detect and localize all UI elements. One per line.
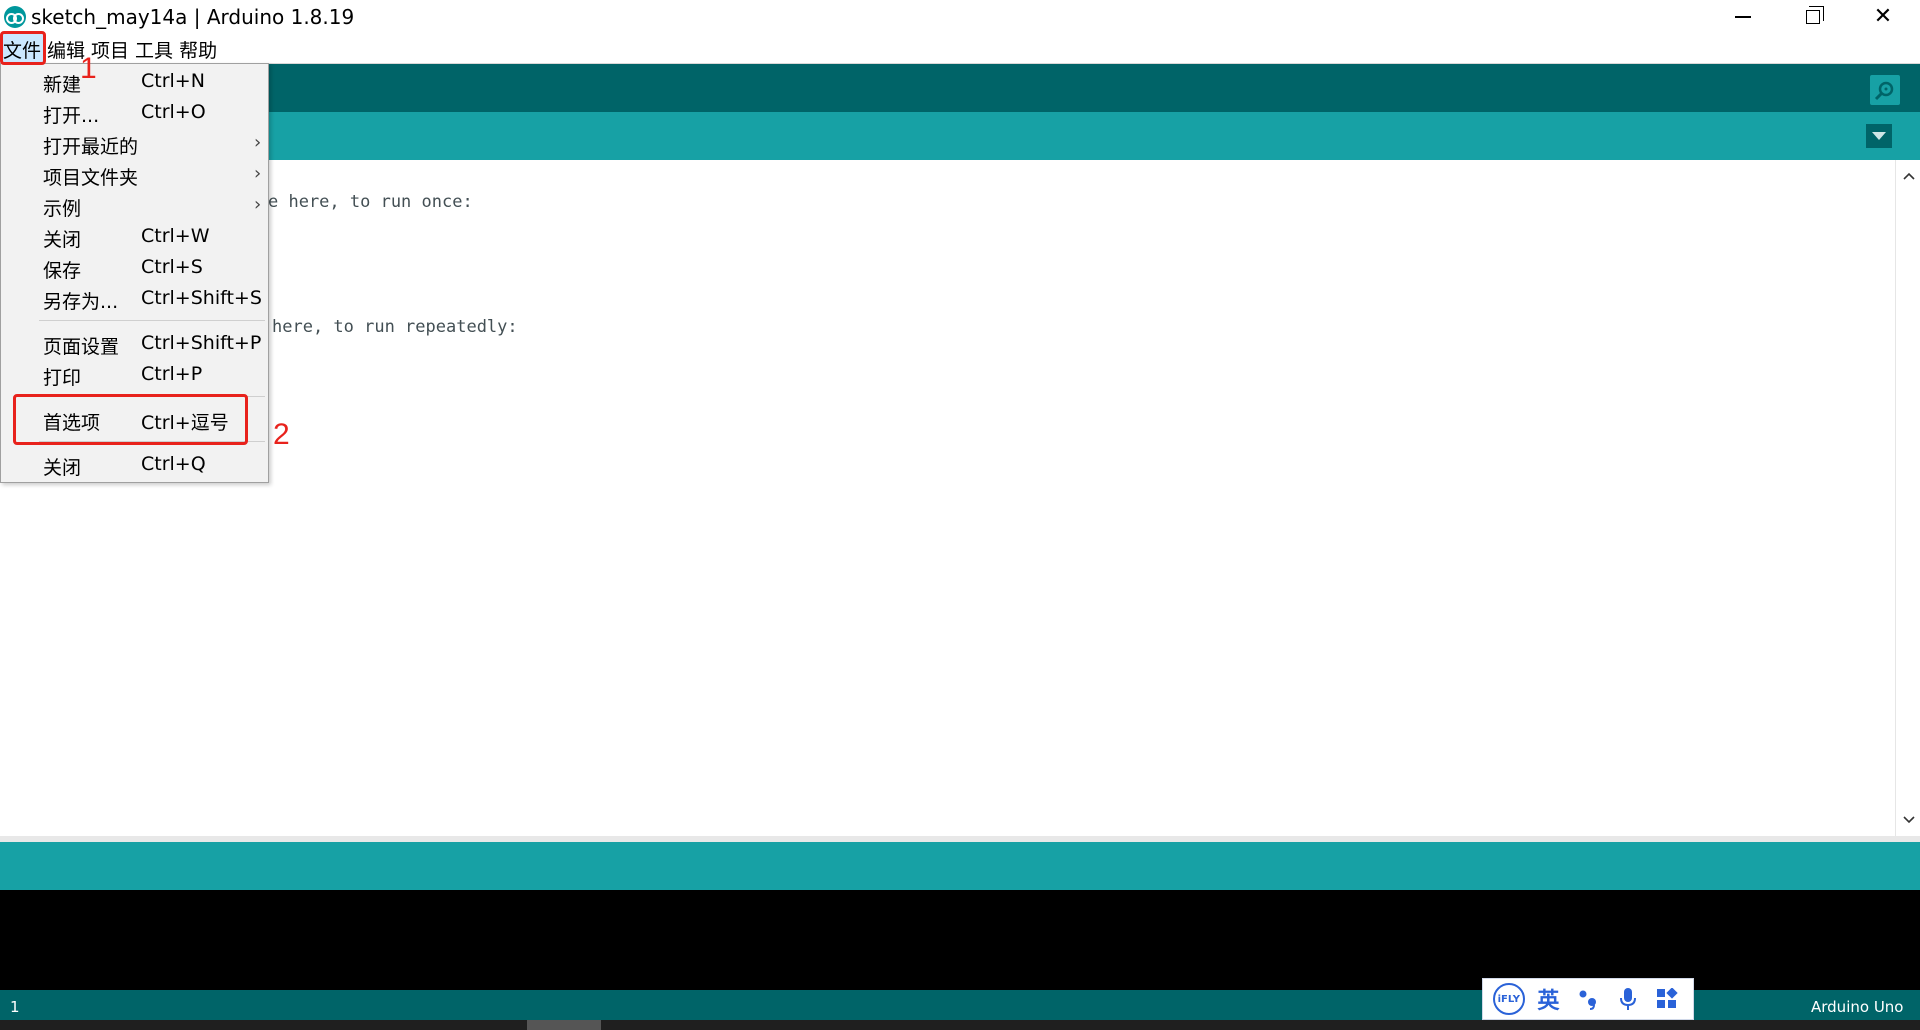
file-menu-open-recent[interactable]: 打开最近的 ›: [1, 128, 268, 159]
scroll-down-icon[interactable]: [1896, 810, 1920, 830]
ime-language-button[interactable]: 英: [1531, 982, 1565, 1016]
file-menu-sketchbook[interactable]: 项目文件夹 ›: [1, 159, 268, 190]
file-menu-quit[interactable]: 关闭 Ctrl+Q: [1, 449, 268, 480]
file-menu-close[interactable]: 关闭 Ctrl+W: [1, 221, 268, 252]
annotation-number-step2: 2: [273, 418, 290, 451]
ime-logo-button[interactable]: iFLY: [1492, 982, 1526, 1016]
dropdown-triangle-icon: [1872, 132, 1886, 140]
toolbar: [0, 64, 1920, 112]
tab-menu-button[interactable]: [1866, 124, 1892, 148]
menu-tools[interactable]: 工具: [132, 34, 176, 64]
file-menu-print[interactable]: 打印 Ctrl+P: [1, 359, 268, 390]
code-editor[interactable]: e here, to run once: here, to run repeat…: [0, 160, 1895, 836]
file-menu-examples[interactable]: 示例 ›: [1, 190, 268, 221]
arduino-logo-icon: [4, 6, 26, 28]
board-name: Arduino Uno: [1811, 998, 1904, 1016]
ifly-logo-icon: iFLY: [1492, 983, 1525, 1015]
submenu-arrow-icon: ›: [254, 163, 262, 184]
annotation-number-step1: 1: [80, 52, 97, 85]
ime-voice-button[interactable]: [1611, 982, 1645, 1016]
file-menu-open[interactable]: 打开... Ctrl+O: [1, 97, 268, 128]
submenu-arrow-icon: ›: [254, 132, 262, 153]
ime-punctuation-button[interactable]: [1571, 982, 1605, 1016]
magnifier-icon: [1874, 81, 1894, 101]
file-menu-save[interactable]: 保存 Ctrl+S: [1, 252, 268, 283]
line-number: 1: [10, 998, 20, 1016]
console-output[interactable]: [0, 890, 1920, 990]
close-button[interactable]: ✕: [1848, 0, 1918, 34]
annotation-box-step2: [13, 394, 248, 445]
minimize-button[interactable]: [1708, 0, 1778, 34]
menu-bar: 文件 编辑 项目 工具 帮助: [0, 34, 1920, 64]
title-bar: sketch_may14a | Arduino 1.8.19 ✕: [0, 0, 1920, 34]
ime-toolbox-button[interactable]: [1650, 982, 1684, 1016]
punctuation-icon: [1579, 990, 1596, 1010]
submenu-arrow-icon: ›: [254, 194, 262, 215]
annotation-box-step1: [0, 31, 46, 65]
restore-icon: [1806, 6, 1824, 24]
window-title: sketch_may14a | Arduino 1.8.19: [31, 5, 355, 29]
microphone-icon: [1619, 988, 1636, 1010]
close-icon: ✕: [1873, 4, 1893, 29]
code-line-setup-comment: e here, to run once:: [268, 192, 473, 212]
message-bar: [0, 842, 1920, 890]
menu-separator: [39, 320, 265, 321]
grid-apps-icon: [1657, 988, 1678, 1008]
menu-help[interactable]: 帮助: [176, 34, 220, 64]
scroll-up-icon[interactable]: [1896, 166, 1920, 186]
file-menu-page-setup[interactable]: 页面设置 Ctrl+Shift+P: [1, 328, 268, 359]
minimize-icon: [1735, 16, 1751, 18]
serial-monitor-button[interactable]: [1870, 75, 1900, 105]
taskbar-strip: [0, 1020, 1920, 1030]
ime-toolbar: iFLY 英: [1482, 978, 1694, 1020]
tab-bar: [0, 112, 1920, 160]
editor-vertical-scrollbar[interactable]: [1895, 160, 1920, 836]
taskbar-thumb: [527, 1020, 601, 1030]
file-menu-save-as[interactable]: 另存为... Ctrl+Shift+S: [1, 283, 268, 314]
restore-button[interactable]: [1778, 0, 1848, 34]
code-line-loop-comment: here, to run repeatedly:: [272, 317, 518, 337]
file-menu-new[interactable]: 新建 Ctrl+N: [1, 66, 268, 97]
